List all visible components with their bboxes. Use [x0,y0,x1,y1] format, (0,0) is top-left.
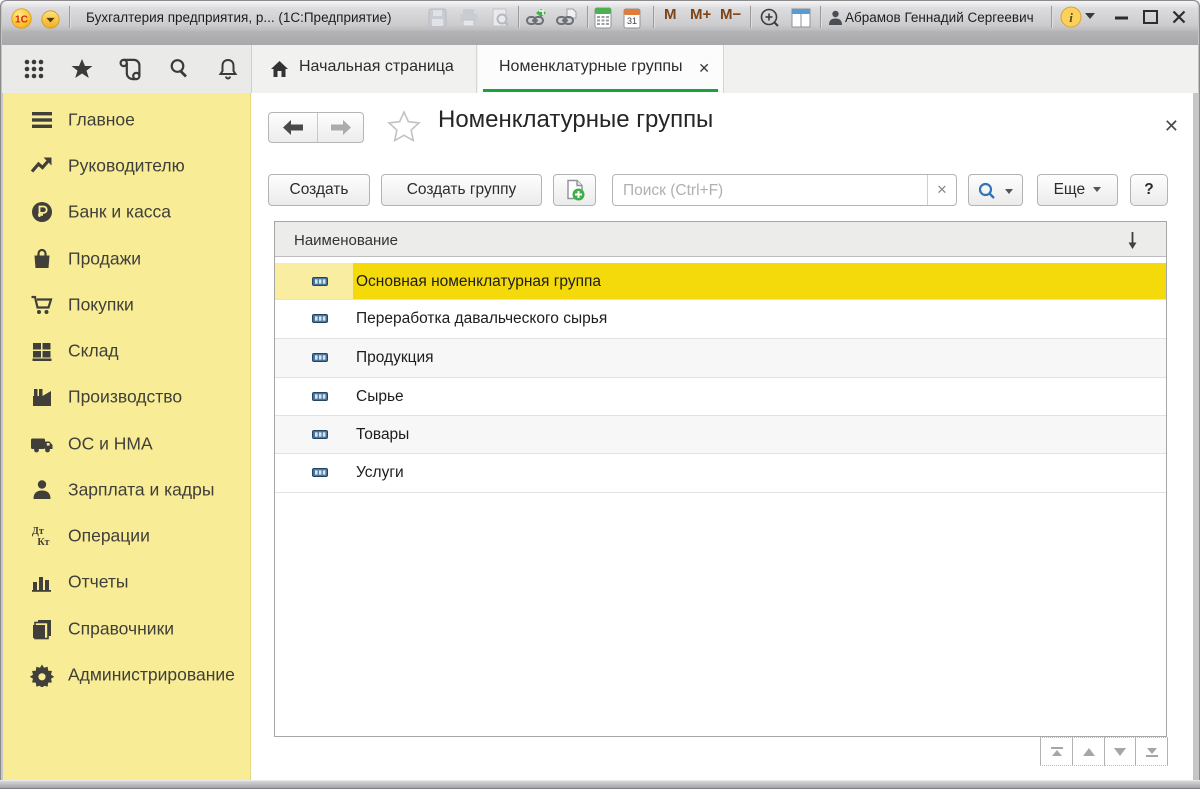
svg-text:1С: 1С [15,14,29,25]
svg-text:i: i [1069,10,1073,25]
svg-text:Дт: Дт [32,526,44,537]
svg-text:31: 31 [627,16,637,26]
svg-text:Кт: Кт [37,537,49,548]
